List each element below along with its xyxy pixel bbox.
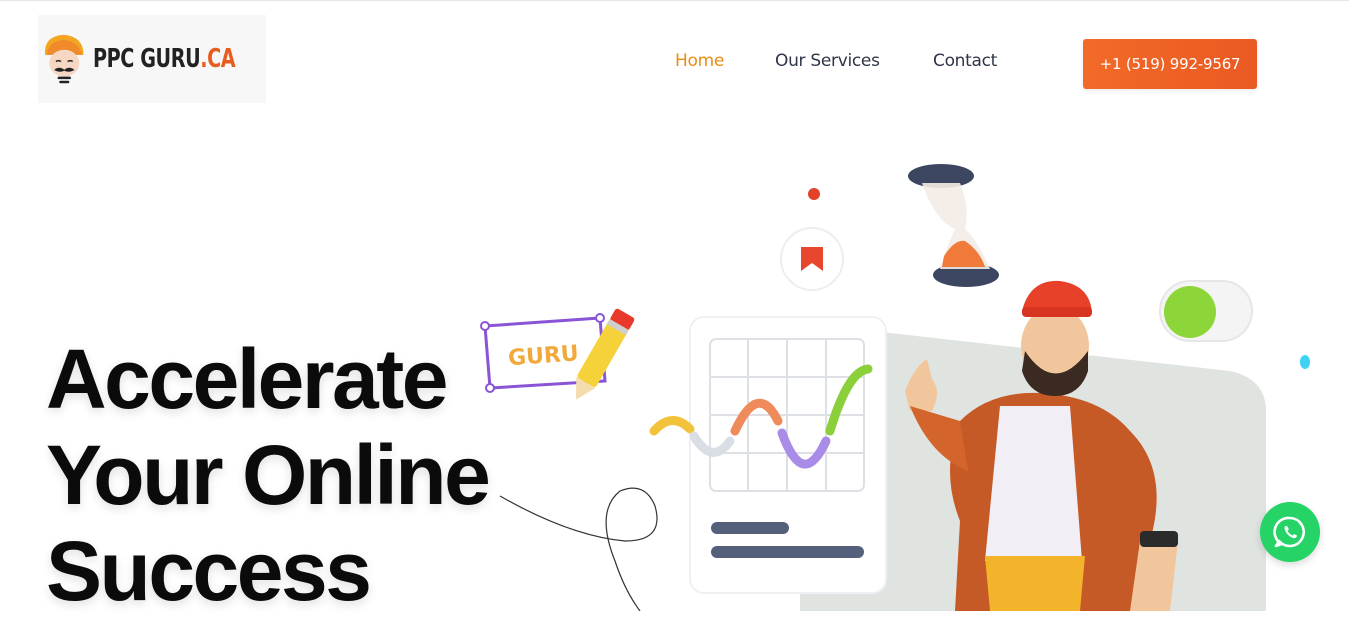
nav-contact[interactable]: Contact — [933, 51, 997, 71]
logo-text-main: PPC GURU — [92, 44, 201, 74]
hero-headline: Accelerate Your Online Success — [46, 331, 491, 619]
hourglass-icon — [908, 164, 999, 287]
guru-mascot-icon — [44, 34, 84, 84]
site-header: PPC GURU.CA Home Our Services Contact +1… — [0, 1, 1349, 121]
decor-dot — [808, 188, 820, 200]
whatsapp-chat-button[interactable] — [1260, 502, 1320, 562]
guru-character — [905, 280, 1178, 611]
pencil-icon — [575, 308, 635, 400]
phone-call-button[interactable]: +1 (519) 992-9567 — [1083, 39, 1257, 89]
hero-headline-line: Your Online — [46, 428, 491, 522]
decor-dot — [1300, 355, 1310, 369]
decor-line — [499, 487, 658, 611]
line-chart-icon — [649, 316, 887, 594]
guru-sign: GURU — [480, 313, 607, 393]
logo-text-tld: .CA — [199, 44, 235, 74]
guru-sign-text: GURU — [507, 341, 579, 371]
bookmark-icon — [780, 227, 844, 291]
hero-headline-line: Accelerate — [46, 332, 448, 426]
hero-headline-line: Success — [46, 524, 372, 618]
toggle-switch-icon — [1159, 280, 1253, 342]
site-logo[interactable]: PPC GURU.CA — [38, 15, 266, 103]
nav-our-services[interactable]: Our Services — [775, 51, 880, 71]
illustration-backdrop — [800, 323, 1266, 611]
nav-home[interactable]: Home — [675, 51, 724, 71]
logo-wordmark: PPC GURU.CA — [92, 44, 236, 74]
whatsapp-icon — [1273, 516, 1306, 548]
